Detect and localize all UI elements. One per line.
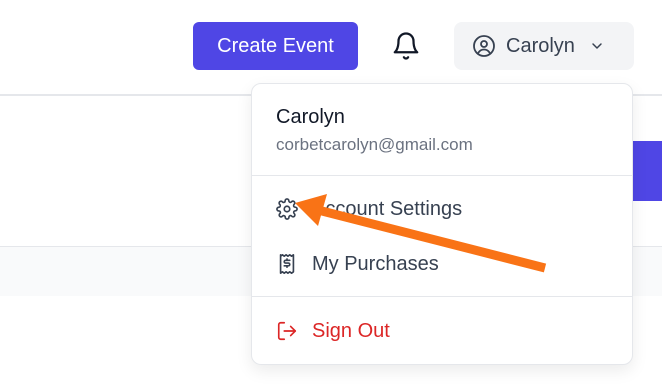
menu-item-label: My Purchases <box>312 252 439 275</box>
menu-item-my-purchases[interactable]: My Purchases <box>276 246 608 282</box>
create-event-button[interactable]: Create Event <box>193 22 358 70</box>
menu-item-sign-out[interactable]: Sign Out <box>276 313 608 349</box>
dropdown-divider <box>252 296 632 297</box>
menu-item-account-settings[interactable]: Account Settings <box>276 191 608 227</box>
bell-icon <box>393 32 419 60</box>
dropdown-user-info: Carolyn corbetcarolyn@gmail.com <box>276 106 473 155</box>
notifications-button[interactable] <box>387 27 425 65</box>
gear-icon <box>276 198 298 220</box>
user-dropdown-menu: Carolyn corbetcarolyn@gmail.com Account … <box>251 83 633 365</box>
dropdown-user-email: corbetcarolyn@gmail.com <box>276 135 473 154</box>
receipt-dollar-icon <box>276 253 298 275</box>
dropdown-user-name: Carolyn <box>276 106 345 128</box>
menu-item-label: Account Settings <box>312 197 463 220</box>
menu-item-label: Sign Out <box>312 319 390 342</box>
user-name: Carolyn <box>506 34 575 57</box>
user-menu-button[interactable]: Carolyn <box>454 22 634 70</box>
chevron-down-icon <box>592 43 602 49</box>
sign-out-icon <box>276 320 298 342</box>
dropdown-divider <box>252 175 632 176</box>
user-circle-icon <box>473 35 495 57</box>
